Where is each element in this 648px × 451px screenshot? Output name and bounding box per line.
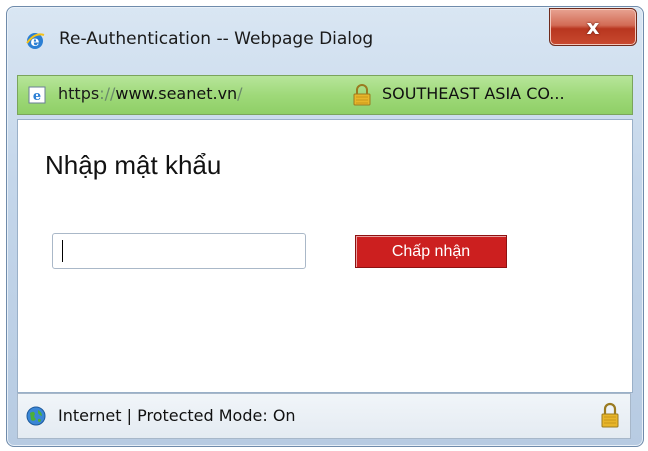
title-bar[interactable]: e Re-Authentication -- Webpage Dialog x	[7, 7, 643, 69]
status-zone-text: Internet | Protected Mode: On	[58, 406, 296, 425]
certificate-owner[interactable]: SOUTHEAST ASIA CO...	[382, 84, 565, 103]
window-title: Re-Authentication -- Webpage Dialog	[59, 29, 374, 49]
lock-icon[interactable]	[353, 84, 371, 106]
internet-explorer-icon: e	[26, 33, 45, 50]
text-caret	[62, 240, 63, 262]
url-protocol: https	[58, 84, 100, 103]
page-title: Nhập mật khẩu	[45, 150, 222, 180]
address-url: https://www.seanet.vn/	[58, 84, 243, 103]
url-separator: ://	[99, 84, 116, 103]
url-host: www.seanet.vn	[115, 84, 238, 103]
accept-button[interactable]: Chấp nhận	[355, 235, 507, 268]
dialog-window: e Re-Authentication -- Webpage Dialog x …	[6, 6, 644, 447]
status-bar: Internet | Protected Mode: On	[17, 393, 631, 439]
address-bar: e https://www.seanet.vn/ SOUTHEAST ASIA …	[17, 75, 633, 115]
close-icon: x	[586, 15, 600, 39]
dialog-content: Nhập mật khẩu Chấp nhận	[17, 119, 633, 393]
password-input[interactable]	[52, 233, 306, 269]
lock-icon[interactable]	[600, 402, 620, 428]
globe-icon	[26, 406, 46, 426]
url-trailing: /	[237, 84, 243, 103]
page-icon: e	[28, 86, 46, 104]
close-button[interactable]: x	[549, 8, 637, 46]
svg-text:e: e	[33, 89, 41, 104]
